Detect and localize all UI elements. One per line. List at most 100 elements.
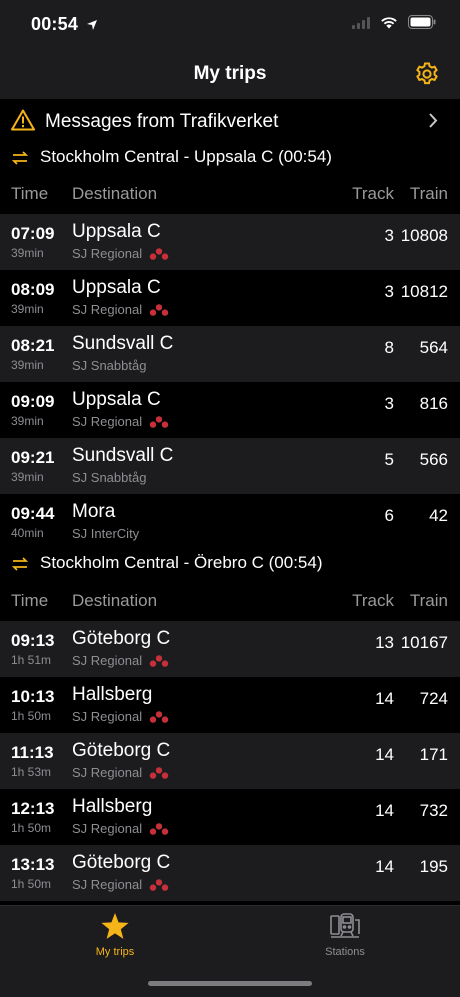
- departure-row[interactable]: 09:44 40min Mora SJ InterCity 6 42: [0, 494, 460, 550]
- destination: Göteborg C: [72, 852, 171, 873]
- home-indicator: [148, 981, 312, 986]
- sj-logo-icon: [149, 654, 169, 667]
- departure-time: 09:44: [11, 504, 55, 523]
- track-number: 8: [384, 338, 394, 357]
- departure-time: 09:13: [11, 631, 55, 650]
- departure-time: 09:09: [11, 392, 55, 411]
- operator-name: SJ Regional: [72, 765, 143, 780]
- trip-section-header: Stockholm Central - Uppsala C (00:54): [0, 143, 460, 173]
- trip-section-title: Stockholm Central - Uppsala C (00:54): [40, 147, 332, 166]
- location-arrow-icon: [86, 18, 98, 36]
- sj-logo-icon: [149, 766, 169, 779]
- operator-name: SJ Regional: [72, 414, 143, 429]
- departure-row[interactable]: 08:21 39min Sundsvall C SJ Snabbtåg 8 564: [0, 326, 460, 382]
- navigation-bar: My trips: [0, 50, 460, 99]
- destination: Uppsala C: [72, 221, 161, 242]
- operator: SJ Regional: [72, 302, 170, 317]
- track-number: 5: [384, 450, 394, 469]
- departure-row[interactable]: 08:09 39min Uppsala C SJ Regional 3 10812: [0, 270, 460, 326]
- trip-duration: 39min: [11, 470, 44, 484]
- trip-duration: 40min: [11, 526, 44, 540]
- train-number: 724: [419, 689, 448, 708]
- destination: Sundsvall C: [72, 445, 174, 466]
- track-number: 3: [384, 394, 394, 413]
- departure-row[interactable]: 13:13 1h 50m Göteborg C SJ Regional 14 195: [0, 845, 460, 901]
- operator: SJ InterCity: [72, 526, 139, 541]
- column-header-track: Track: [352, 591, 394, 610]
- trip-duration: 39min: [11, 302, 44, 316]
- trip-duration: 39min: [11, 246, 44, 260]
- chevron-right-icon: [428, 112, 438, 134]
- destination: Sundsvall C: [72, 333, 174, 354]
- departure-time: 12:13: [11, 799, 55, 818]
- sj-logo-icon: [149, 247, 169, 260]
- operator: SJ Regional: [72, 709, 170, 724]
- train-number: 566: [419, 450, 448, 469]
- operator-name: SJ Regional: [72, 877, 143, 892]
- settings-gear-icon[interactable]: [414, 61, 440, 87]
- departure-row[interactable]: 09:09 39min Uppsala C SJ Regional 3 816: [0, 382, 460, 438]
- messages-row[interactable]: Messages from Trafikverket: [0, 99, 460, 144]
- destination: Hallsberg: [72, 684, 153, 705]
- departure-time: 07:09: [11, 224, 55, 243]
- tab-my-trips[interactable]: My trips: [0, 906, 230, 966]
- train-number: 42: [429, 506, 448, 525]
- page-title: My trips: [193, 63, 267, 84]
- wifi-icon: [380, 16, 398, 34]
- departure-time: 10:13: [11, 687, 55, 706]
- destination: Uppsala C: [72, 389, 161, 410]
- operator-name: SJ Snabbtåg: [72, 358, 147, 373]
- departure-row[interactable]: 09:21 39min Sundsvall C SJ Snabbtåg 5 566: [0, 438, 460, 494]
- sj-logo-icon: [149, 415, 169, 428]
- operator-name: SJ Snabbtåg: [72, 470, 147, 485]
- column-header-destination: Destination: [72, 184, 158, 203]
- sj-logo-icon: [149, 878, 169, 891]
- tab-label: Stations: [325, 946, 365, 958]
- trip-duration: 1h 53m: [11, 765, 52, 779]
- column-header-row: Time Destination Track Train: [0, 178, 460, 212]
- operator-name: SJ Regional: [72, 302, 143, 317]
- operator: SJ Regional: [72, 877, 170, 892]
- trip-section-title: Stockholm Central - Örebro C (00:54): [40, 553, 323, 572]
- track-number: 14: [375, 745, 394, 764]
- train-number: 171: [419, 745, 448, 764]
- destination: Mora: [72, 501, 116, 522]
- column-header-train: Train: [409, 184, 448, 203]
- destination: Göteborg C: [72, 628, 171, 649]
- departure-time: 09:21: [11, 448, 55, 467]
- operator: SJ Regional: [72, 246, 170, 261]
- tab-stations[interactable]: Stations: [230, 906, 460, 966]
- operator: SJ Regional: [72, 765, 170, 780]
- status-time: 00:54: [31, 14, 79, 34]
- operator-name: SJ InterCity: [72, 526, 140, 541]
- track-number: 14: [375, 857, 394, 876]
- train-station-icon: [330, 912, 360, 945]
- operator: SJ Snabbtåg: [72, 358, 146, 373]
- track-number: 14: [375, 801, 394, 820]
- star-icon: [100, 912, 130, 946]
- departure-row[interactable]: 11:13 1h 53m Göteborg C SJ Regional 14 171: [0, 733, 460, 789]
- track-number: 13: [375, 633, 394, 652]
- warning-triangle-icon: [11, 109, 35, 136]
- sj-logo-icon: [149, 710, 169, 723]
- trip-duration: 39min: [11, 358, 44, 372]
- battery-icon: [408, 15, 436, 34]
- track-number: 3: [384, 282, 394, 301]
- departure-row[interactable]: 12:13 1h 50m Hallsberg SJ Regional 14 732: [0, 789, 460, 845]
- train-number: 10167: [400, 633, 448, 652]
- departure-row[interactable]: 10:13 1h 50m Hallsberg SJ Regional 14 724: [0, 677, 460, 733]
- departure-time: 11:13: [11, 743, 54, 762]
- trip-duration: 1h 51m: [11, 653, 52, 667]
- departure-row[interactable]: 09:13 1h 51m Göteborg C SJ Regional 13 10167: [0, 621, 460, 677]
- train-number: 10812: [400, 282, 448, 301]
- departure-time: 13:13: [11, 855, 55, 874]
- column-header-time: Time: [11, 184, 49, 203]
- destination: Göteborg C: [72, 740, 171, 761]
- train-number: 816: [419, 394, 448, 413]
- train-number: 732: [419, 801, 448, 820]
- sj-logo-icon: [149, 303, 169, 316]
- departure-row[interactable]: 07:09 39min Uppsala C SJ Regional 3 10808: [0, 214, 460, 270]
- swap-arrows-icon: [11, 557, 29, 576]
- operator-name: SJ Regional: [72, 709, 143, 724]
- operator-name: SJ Regional: [72, 246, 143, 261]
